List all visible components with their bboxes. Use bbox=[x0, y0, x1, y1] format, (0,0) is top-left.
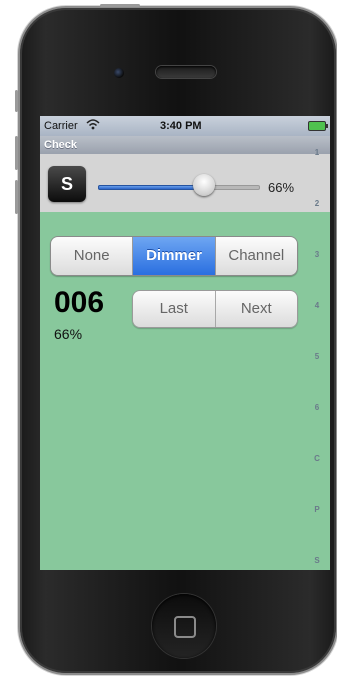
carrier-label: Carrier bbox=[44, 120, 78, 132]
segment-none[interactable]: None bbox=[51, 237, 134, 275]
index-item[interactable]: P bbox=[308, 505, 326, 514]
app-screen: Carrier 3:40 PM Check S 66% None Dimmer … bbox=[40, 116, 330, 570]
speaker-grille bbox=[156, 66, 216, 78]
power-button bbox=[100, 4, 140, 7]
level-slider-fill bbox=[98, 185, 206, 190]
index-item[interactable]: S bbox=[308, 556, 326, 565]
home-square-icon bbox=[174, 616, 196, 638]
index-item[interactable]: 1 bbox=[308, 148, 326, 157]
status-bar: Carrier 3:40 PM bbox=[40, 116, 330, 136]
camera-icon bbox=[114, 68, 124, 78]
index-item[interactable]: 6 bbox=[308, 403, 326, 412]
section-index-bar[interactable]: 1 2 3 4 5 6 C P S bbox=[308, 140, 326, 565]
level-slider-thumb[interactable] bbox=[192, 174, 215, 196]
section-header: Check bbox=[40, 136, 330, 154]
status-time: 3:40 PM bbox=[160, 120, 202, 132]
index-item[interactable]: 5 bbox=[308, 352, 326, 361]
index-item[interactable]: C bbox=[308, 454, 326, 463]
channel-number: 006 bbox=[54, 286, 105, 319]
segment-channel[interactable]: Channel bbox=[215, 237, 297, 275]
mute-switch bbox=[15, 90, 18, 112]
index-item[interactable]: 2 bbox=[308, 199, 326, 208]
index-item[interactable]: 3 bbox=[308, 250, 326, 259]
index-item[interactable]: 4 bbox=[308, 301, 326, 310]
channel-level: 66% bbox=[54, 326, 83, 342]
volume-down-button bbox=[15, 180, 18, 214]
s-button[interactable]: S bbox=[48, 166, 86, 202]
level-control-strip: S 66% bbox=[40, 154, 330, 212]
wifi-icon bbox=[86, 118, 100, 133]
navigation-segmented-control: Last Next bbox=[132, 290, 298, 328]
mode-segmented-control: None Dimmer Channel bbox=[50, 236, 298, 276]
level-percent-label: 66% bbox=[268, 180, 295, 195]
home-button[interactable] bbox=[152, 594, 216, 658]
battery-icon bbox=[308, 121, 328, 131]
next-button[interactable]: Next bbox=[215, 291, 297, 327]
segment-dimmer[interactable]: Dimmer bbox=[133, 237, 216, 275]
section-header-title: Check bbox=[44, 139, 78, 151]
volume-up-button bbox=[15, 136, 18, 170]
last-button[interactable]: Last bbox=[133, 291, 216, 327]
